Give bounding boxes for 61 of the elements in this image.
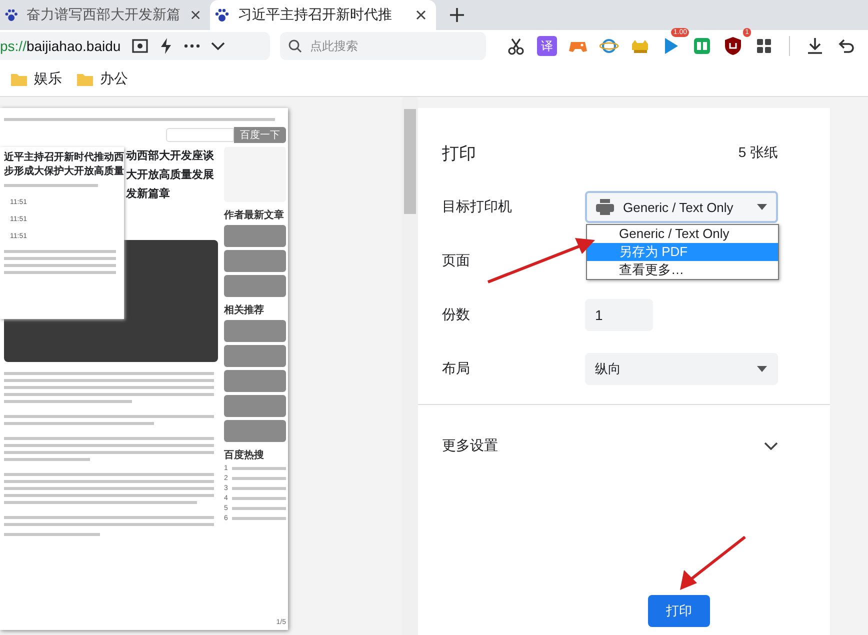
image-icon[interactable]	[130, 37, 149, 55]
new-tab-icon[interactable]	[450, 8, 464, 22]
blurred-text-line	[232, 477, 286, 480]
browser-tab[interactable]: 习近平主持召开新时代推	[210, 0, 436, 30]
field-label: 布局	[442, 360, 471, 378]
blurred-text-line	[232, 467, 286, 470]
article-headline: 动西部大开发座谈 大开放高质量发展 发新篇章	[126, 148, 215, 202]
thumbnail-placeholder	[224, 345, 286, 367]
search-icon	[288, 39, 302, 53]
section-heading: 作者最新文章	[224, 208, 285, 222]
blurred-text-line	[232, 517, 286, 520]
blurred-text-line	[232, 487, 286, 490]
grid-icon[interactable]	[754, 36, 774, 56]
browser-tab[interactable]: 奋力谱写西部大开发新篇	[0, 0, 210, 30]
field-label: 份数	[442, 306, 471, 324]
bookmark-folder[interactable]: 娱乐	[10, 70, 62, 88]
section-heading: 相关推荐	[224, 304, 265, 317]
shield-icon[interactable]	[723, 36, 743, 56]
thumbnail-placeholder	[224, 420, 286, 442]
caret-icon	[756, 365, 768, 373]
folder-icon	[76, 72, 94, 86]
paw-icon	[214, 7, 230, 23]
lightning-icon[interactable]	[158, 37, 173, 55]
chevron-down-icon[interactable]	[210, 41, 225, 51]
translate-icon[interactable]: 译	[537, 36, 557, 56]
popup-title: 近平主持召开新时代推动西 步形成大保护大开放高质量	[4, 151, 122, 179]
thumbnail-placeholder	[224, 225, 286, 247]
more-settings-toggle[interactable]: 更多设置	[442, 437, 498, 455]
chevron-icon[interactable]	[764, 441, 778, 451]
blurred-text-line	[232, 507, 286, 510]
address-bar[interactable]: ps://baijiahao.baidu	[0, 32, 270, 60]
copies-field[interactable]: 1	[585, 299, 653, 331]
close-icon[interactable]	[190, 10, 200, 20]
globe-icon[interactable]	[599, 36, 619, 56]
field-label: 页面	[442, 252, 471, 270]
thumbnail-placeholder	[224, 320, 286, 342]
thumbnail-placeholder	[224, 275, 286, 297]
layout-select[interactable]: 纵向	[585, 353, 778, 385]
menu-option[interactable]: 查看更多…	[587, 261, 778, 279]
thumbnail-placeholder	[224, 370, 286, 392]
more-icon[interactable]	[182, 43, 201, 49]
thumbnail-placeholder	[224, 250, 286, 272]
folder-icon	[10, 72, 28, 86]
printer-icon	[595, 198, 615, 216]
book-icon[interactable]	[692, 36, 712, 56]
download-icon[interactable]	[805, 36, 825, 56]
dialog-title: 打印	[442, 142, 476, 164]
blurred-text-line	[232, 497, 286, 500]
paw-icon	[4, 7, 19, 23]
annotation-arrow	[680, 536, 746, 590]
thumbnail-placeholder	[224, 395, 286, 417]
scissors-icon[interactable]	[506, 36, 526, 56]
print-button[interactable]: 打印	[648, 595, 710, 627]
menu-option[interactable]: Generic / Text Only	[587, 225, 778, 243]
close-icon[interactable]	[416, 10, 426, 20]
field-label: 目标打印机	[442, 198, 513, 216]
section-heading: 百度热搜	[224, 448, 265, 462]
caret-icon	[756, 203, 768, 211]
bookmark-folder[interactable]: 办公	[76, 70, 128, 88]
sheet-count: 5 张纸	[738, 144, 778, 162]
printer-select[interactable]: Generic / Text Only	[585, 191, 778, 223]
